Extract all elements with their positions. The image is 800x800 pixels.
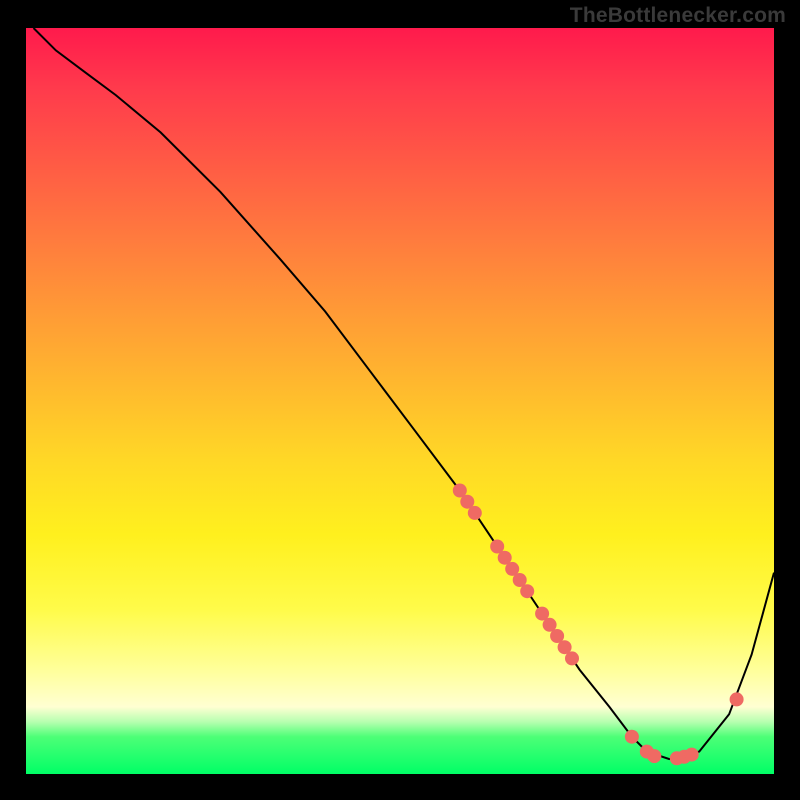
- data-point: [685, 748, 699, 762]
- curve-line: [34, 28, 775, 759]
- plot-area: [26, 28, 774, 774]
- data-point: [565, 651, 579, 665]
- data-point: [468, 506, 482, 520]
- chart-svg: [26, 28, 774, 774]
- data-point: [625, 730, 639, 744]
- data-point: [520, 584, 534, 598]
- data-point: [730, 692, 744, 706]
- chart-container: TheBottlenecker.com: [0, 0, 800, 800]
- data-point: [647, 749, 661, 763]
- curve-markers: [453, 484, 744, 766]
- brand-watermark: TheBottlenecker.com: [570, 4, 786, 28]
